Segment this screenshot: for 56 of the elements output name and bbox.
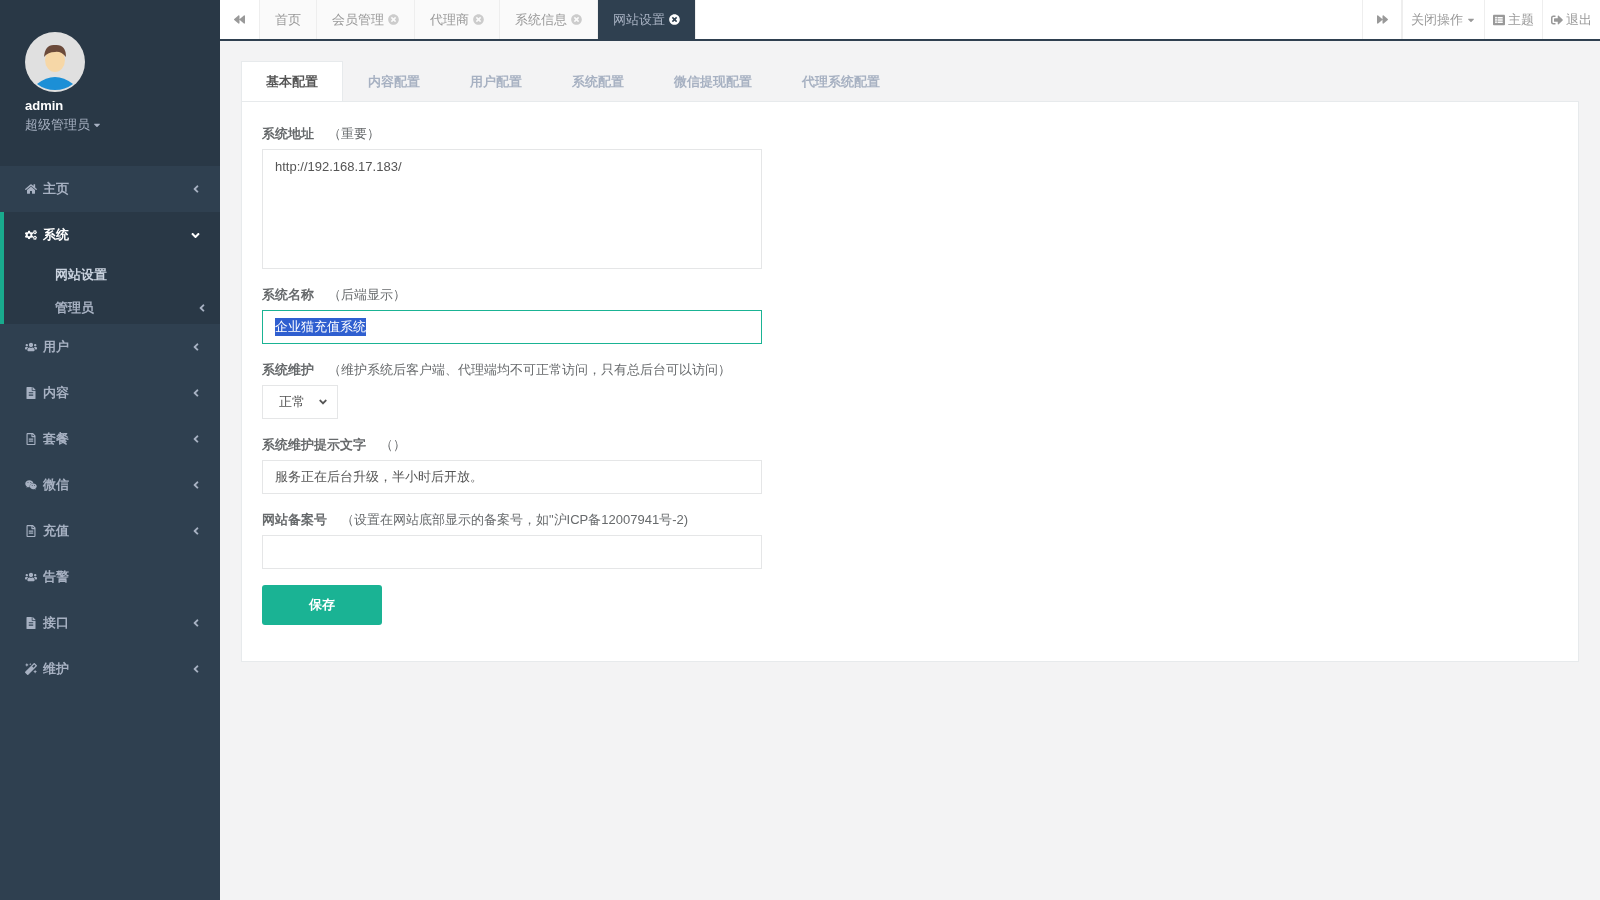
- nav-subitem[interactable]: 管理员: [4, 291, 220, 324]
- logout-icon: [1551, 13, 1563, 26]
- users-icon: [25, 341, 37, 353]
- list-icon: [1493, 13, 1505, 26]
- save-button[interactable]: 保存: [262, 585, 382, 625]
- field-hint: （后端显示）: [328, 286, 406, 304]
- field-label: 网站备案号: [262, 511, 327, 529]
- toolbar-action[interactable]: 退出: [1542, 0, 1600, 39]
- input-field[interactable]: 服务正在后台升级，半小时后开放。: [262, 460, 762, 494]
- nav-item[interactable]: 主页: [4, 166, 220, 212]
- nav-item[interactable]: 接口: [4, 600, 220, 646]
- user-name: admin: [25, 98, 65, 113]
- nav-subitem[interactable]: 网站设置: [4, 258, 220, 291]
- text-area[interactable]: http://192.168.17.183/: [262, 149, 762, 269]
- close-icon[interactable]: [669, 14, 680, 25]
- field-hint: （设置在网站底部显示的备案号，如"沪ICP备12007941号-2): [341, 511, 688, 529]
- page-tab[interactable]: 首页: [260, 0, 317, 39]
- field-label: 系统地址: [262, 125, 314, 143]
- field-label: 系统名称: [262, 286, 314, 304]
- scroll-right-button[interactable]: [1362, 0, 1402, 39]
- double-right-icon: [1376, 14, 1388, 25]
- nav-item[interactable]: 维护: [4, 646, 220, 692]
- field-hint: （重要）: [328, 125, 380, 143]
- input-field[interactable]: [262, 535, 762, 569]
- field-hint: （）: [380, 436, 406, 454]
- input-field[interactable]: 企业猫充值系统: [262, 310, 762, 344]
- nav-item[interactable]: 充值: [4, 508, 220, 554]
- document-icon: [25, 617, 37, 629]
- page-tab[interactable]: 会员管理: [317, 0, 415, 39]
- nav-item[interactable]: 内容: [4, 370, 220, 416]
- config-tab[interactable]: 基本配置: [241, 61, 343, 101]
- gears-icon: [25, 229, 37, 241]
- page-tab[interactable]: 网站设置: [598, 0, 696, 39]
- field-label: 系统维护: [262, 361, 314, 379]
- double-left-icon: [234, 14, 245, 25]
- wand-icon: [25, 663, 37, 675]
- home-icon: [25, 183, 37, 195]
- nav-item[interactable]: 系统: [4, 212, 220, 258]
- status-select[interactable]: 正常: [262, 385, 338, 419]
- toolbar-action[interactable]: 关闭操作: [1402, 0, 1484, 39]
- user-role-menu[interactable]: 超级管理员: [25, 116, 220, 134]
- document-icon: [25, 387, 37, 399]
- document-icon: [25, 433, 37, 445]
- nav-item[interactable]: 用户: [4, 324, 220, 370]
- users-icon: [25, 571, 37, 583]
- nav-item[interactable]: 微信: [4, 462, 220, 508]
- chat-bubbles-icon: [25, 479, 37, 491]
- page-tab[interactable]: 代理商: [415, 0, 500, 39]
- nav-item[interactable]: 套餐: [4, 416, 220, 462]
- field-label: 系统维护提示文字: [262, 436, 366, 454]
- document-icon: [25, 525, 37, 537]
- avatar-icon: [25, 32, 85, 92]
- nav-item[interactable]: 告警: [4, 554, 220, 600]
- toolbar-action[interactable]: 主题: [1484, 0, 1542, 39]
- page-tab[interactable]: 系统信息: [500, 0, 598, 39]
- field-hint: （维护系统后客户端、代理端均不可正常访问，只有总后台可以访问）: [328, 361, 731, 379]
